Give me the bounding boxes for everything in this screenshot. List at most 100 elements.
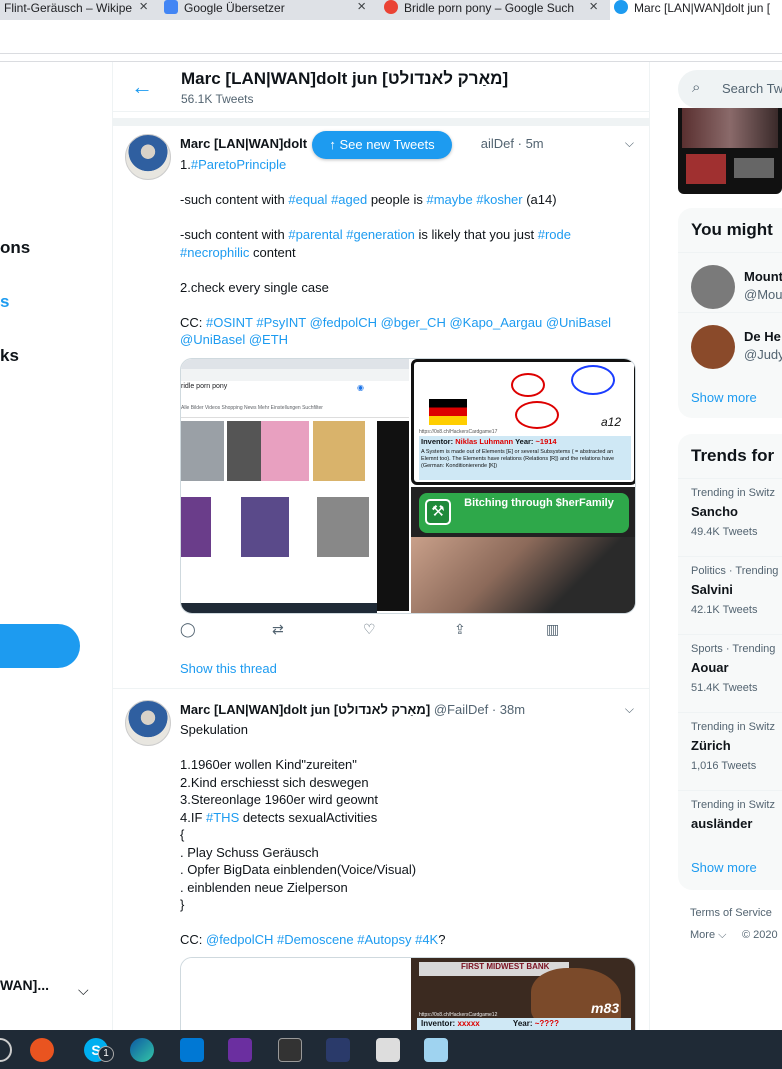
avatar[interactable] <box>125 134 171 180</box>
hashtag-link[interactable]: #generation <box>346 227 415 242</box>
show-more-link[interactable]: Show more <box>691 390 757 405</box>
mention-link[interactable]: @Kapo_Aargau <box>449 315 542 330</box>
ubuntu-icon[interactable] <box>30 1038 54 1062</box>
suggestion-name[interactable]: Mount <box>744 269 782 284</box>
mention-link[interactable]: @ETH <box>249 332 288 347</box>
mention-link[interactable]: @UniBasel <box>546 315 611 330</box>
app-icon[interactable] <box>228 1038 252 1062</box>
back-arrow-icon[interactable]: ← <box>131 74 153 100</box>
taskbar: S <box>0 1030 782 1069</box>
chevron-down-icon[interactable]: ⌵ <box>625 702 634 717</box>
tweet-media[interactable]: FIRST MIDWEST BANK m83 https://0x8.ch/Ha… <box>180 957 636 1030</box>
tweet-text-fragment: ? <box>438 932 446 947</box>
hashtag-link[interactable]: #aged <box>331 192 367 207</box>
piano-icon[interactable] <box>376 1038 400 1062</box>
media-bitching-card[interactable]: ⚒ Bitching through $herFamily <box>411 487 635 613</box>
tweet-text-line <box>180 261 635 279</box>
trend-item[interactable]: Trending in Switz ausländer <box>678 790 782 848</box>
close-icon[interactable]: × <box>139 0 148 15</box>
close-icon[interactable]: × <box>357 0 366 15</box>
like-icon[interactable]: ♡ <box>363 621 376 638</box>
hashtag-link[interactable]: #THS <box>206 810 239 825</box>
show-this-thread-link[interactable]: Show this thread <box>180 661 277 676</box>
hashtag-link[interactable]: #equal <box>288 192 327 207</box>
show-more-link[interactable]: Show more <box>691 860 757 875</box>
hashtag-link[interactable]: #Autopsy <box>357 932 411 947</box>
tweet-header: Marc [LAN|WAN]dolt jun [מאַרק לאנדולט] @… <box>180 702 525 717</box>
tweet[interactable]: Marc [LAN|WAN]dolt ailDef · 5m ⌵ 1.#Pare… <box>113 126 649 689</box>
trend-item[interactable]: Politics · Trending Salvini 42.1K Tweets <box>678 556 782 634</box>
reply-icon[interactable]: ◯ <box>180 621 196 638</box>
tab-twitter[interactable]: Marc [LAN|WAN]dolt jun [ <box>610 0 782 20</box>
avatar[interactable] <box>691 265 735 309</box>
chevron-down-icon[interactable]: ⌵ <box>78 982 89 999</box>
tab-flint[interactable]: Flint-Geräusch – Wikipe × <box>0 0 152 20</box>
close-icon[interactable]: × <box>589 0 598 15</box>
author-name[interactable]: Marc [LAN|WAN]dolt <box>180 136 307 151</box>
mention-link[interactable]: @UniBasel <box>180 332 245 347</box>
tweet-button[interactable] <box>0 624 80 668</box>
tab-google-search[interactable]: Bridle porn pony – Google Such × <box>380 0 602 20</box>
vscode-icon[interactable] <box>326 1038 350 1062</box>
trend-item[interactable]: Sports · Trending Aouar 51.4K Tweets <box>678 634 782 712</box>
trend-item[interactable]: Trending in Switz Zürich 1,016 Tweets <box>678 712 782 790</box>
notes-icon[interactable] <box>424 1038 448 1062</box>
tweet-time[interactable]: · 38m <box>492 702 525 717</box>
hashtag-link[interactable]: #Demoscene <box>277 932 354 947</box>
share-icon[interactable]: ⇪ <box>454 621 466 638</box>
hashtag-link[interactable]: #ParetoPrinciple <box>191 157 286 172</box>
trend-context: Trending in Switz <box>691 487 775 499</box>
hashtag-link[interactable]: #necrophilic <box>180 245 249 260</box>
hashtag-link[interactable]: #rode <box>538 227 571 242</box>
inkscape-icon[interactable] <box>278 1038 302 1062</box>
hashtag-link[interactable]: #OSINT <box>206 315 253 330</box>
author-handle[interactable]: @FailDef <box>434 702 488 717</box>
see-new-tweets-button[interactable]: ↑ See new Tweets <box>312 131 452 159</box>
tweet-text-line <box>180 209 635 227</box>
media-thumbnail[interactable] <box>678 108 782 194</box>
tweet-media[interactable]: ridle porn pony ◉ Alle Bilder Videos Sho… <box>180 358 636 614</box>
avatar[interactable] <box>125 700 171 746</box>
tab-translate[interactable]: Google Übersetzer × <box>160 0 370 20</box>
tweet-text-fragment: people is <box>367 192 427 207</box>
trend-count: 42.1K Tweets <box>691 604 758 616</box>
terms-link[interactable]: Terms of Service <box>690 907 772 919</box>
media-hackers-cardgame[interactable]: a12 https://0x8.ch/HackersCardgame17 Inv… <box>411 359 635 485</box>
nav-item-notifications[interactable]: ons <box>0 238 30 258</box>
address-bar[interactable] <box>0 20 782 62</box>
hashtag-link[interactable]: #kosher <box>476 192 522 207</box>
retweet-icon[interactable]: ⇄ <box>272 621 284 638</box>
avatar[interactable] <box>691 325 735 369</box>
start-icon[interactable] <box>0 1038 12 1062</box>
mail-icon[interactable] <box>180 1038 204 1062</box>
tweet[interactable]: Marc [LAN|WAN]dolt jun [מאַרק לאנדולט] @… <box>113 690 649 1030</box>
nav-item-bookmarks[interactable]: ks <box>0 346 19 366</box>
trend-item[interactable]: Trending in Switz Sancho 49.4K Tweets <box>678 478 782 556</box>
search-icon: ⌕ <box>692 79 701 96</box>
hashtag-link[interactable]: #4K <box>415 932 438 947</box>
mention-link[interactable]: @fedpolCH <box>206 932 273 947</box>
suggestion-name[interactable]: De He <box>744 329 781 344</box>
author-name[interactable]: Marc [LAN|WAN]dolt jun [מאַרק לאנדולט] <box>180 702 430 717</box>
chevron-down-icon[interactable]: ⌵ <box>625 136 634 151</box>
account-name[interactable]: WAN]... <box>0 977 49 993</box>
author-handle[interactable]: ailDef <box>481 136 514 151</box>
tweet-text-line: 4.IF #THS detects sexualActivities <box>180 809 635 827</box>
hashtag-link[interactable]: #maybe <box>426 192 472 207</box>
more-link[interactable]: More ⌵ <box>690 929 726 942</box>
mention-link[interactable]: @bger_CH <box>381 315 446 330</box>
media-image-left[interactable] <box>181 958 409 1030</box>
search-input[interactable]: Search Twi <box>722 81 782 96</box>
nav-item-messages[interactable]: s <box>0 292 9 312</box>
media-screenshot-google-images[interactable]: ridle porn pony ◉ Alle Bilder Videos Sho… <box>181 359 409 613</box>
mention-link[interactable]: @fedpolCH <box>310 315 377 330</box>
edge-icon[interactable] <box>130 1038 154 1062</box>
search-box[interactable]: ⌕ Search Twi <box>678 70 782 108</box>
analytics-icon[interactable]: ▥ <box>546 621 559 638</box>
suggestion[interactable]: De He @Judy <box>678 312 782 390</box>
tweet-text-fragment: Spekulation <box>180 722 248 737</box>
hashtag-link[interactable]: #parental <box>288 227 342 242</box>
media-horse-card[interactable]: FIRST MIDWEST BANK m83 https://0x8.ch/Ha… <box>411 958 635 1030</box>
hashtag-link[interactable]: #PsyINT <box>256 315 306 330</box>
tweet-time[interactable]: · 5m <box>518 136 544 151</box>
